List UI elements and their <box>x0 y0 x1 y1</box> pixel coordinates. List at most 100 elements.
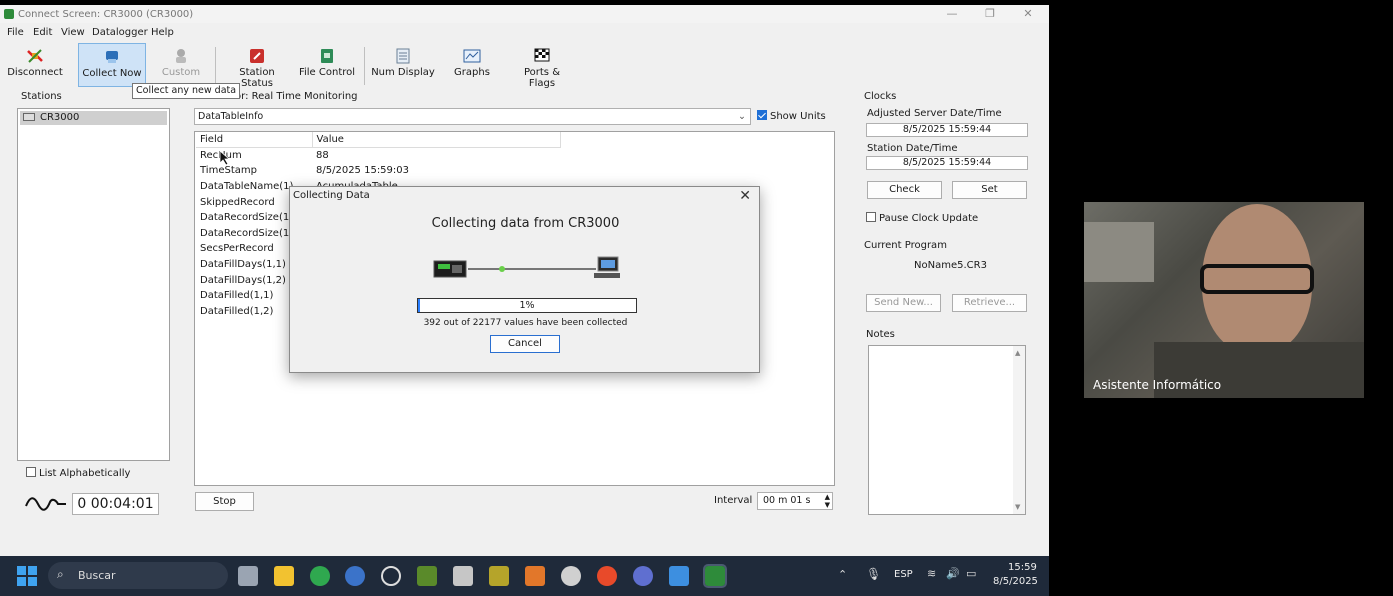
disconnect-label: Disconnect <box>7 67 63 78</box>
notes-scrollbar[interactable]: ▲ ▼ <box>1013 346 1025 514</box>
file-explorer-icon[interactable] <box>274 566 294 586</box>
file-control-label: File Control <box>298 67 356 78</box>
scroll-down-icon[interactable]: ▼ <box>1015 503 1020 511</box>
video-caption: Asistente Informático <box>1093 378 1222 392</box>
collect-now-button[interactable]: Collect Now <box>78 43 146 87</box>
notes-label: Notes <box>866 329 895 340</box>
table-row[interactable]: RecNum 88 <box>196 148 560 164</box>
checkered-flag-icon <box>534 48 550 62</box>
loggernet-icon[interactable] <box>703 564 727 588</box>
windows-start-icon[interactable] <box>17 566 37 586</box>
webcam-video: Asistente Informático <box>1084 202 1364 398</box>
menu-view[interactable]: View <box>61 27 85 38</box>
chevron-down-icon: ⌄ <box>738 111 746 122</box>
app-icon-sphere[interactable] <box>561 566 581 586</box>
pause-clock-checkbox[interactable] <box>866 212 876 222</box>
graphs-label: Graphs <box>454 67 490 78</box>
stop-button[interactable]: Stop <box>195 492 254 511</box>
app-icon-grey[interactable] <box>453 566 473 586</box>
title-bar: Connect Screen: CR3000 (CR3000) — ❐ ✕ <box>0 5 1049 23</box>
table-selector[interactable]: DataTableInfo ⌄ <box>194 108 751 125</box>
disconnect-button[interactable]: Disconnect <box>6 43 64 87</box>
ports-flags-button[interactable]: Ports & Flags <box>510 43 574 89</box>
column-header-value[interactable]: Value <box>312 132 561 149</box>
menu-help[interactable]: Help <box>151 27 174 38</box>
dialog-close-icon[interactable]: ✕ <box>739 188 751 204</box>
station-time-label: Station Date/Time <box>867 143 958 154</box>
spin-arrows-icon[interactable]: ▲ ▼ <box>825 493 830 509</box>
collect-now-label: Collect Now <box>82 68 142 79</box>
chevron-up-icon[interactable]: ⌃ <box>838 568 847 581</box>
menu-edit[interactable]: Edit <box>33 27 52 38</box>
show-units-option[interactable]: Show Units <box>757 110 826 122</box>
check-button[interactable]: Check <box>867 181 942 199</box>
network-app-icon[interactable] <box>345 566 365 586</box>
speedometer-icon[interactable] <box>381 566 401 586</box>
maximize-button[interactable]: ❐ <box>975 7 1005 21</box>
clock-date[interactable]: 8/5/2025 <box>993 576 1038 587</box>
list-item[interactable]: CR3000 <box>20 111 167 125</box>
scroll-up-icon[interactable]: ▲ <box>1015 349 1020 357</box>
file-control-button[interactable]: File Control <box>298 43 356 87</box>
app-icon-orange[interactable] <box>525 566 545 586</box>
column-header-field[interactable]: Field <box>196 132 313 149</box>
app-icon-blue[interactable] <box>633 566 653 586</box>
menu-file[interactable]: File <box>7 27 24 38</box>
pause-clock-label: Pause Clock Update <box>879 213 979 224</box>
set-button[interactable]: Set <box>952 181 1027 199</box>
search-icon: ⌕ <box>57 567 64 581</box>
app-icon <box>4 9 14 19</box>
clock-time[interactable]: 15:59 <box>1008 562 1037 573</box>
show-units-label: Show Units <box>770 111 826 122</box>
menu-datalogger[interactable]: Datalogger <box>92 27 148 38</box>
list-alpha-checkbox[interactable] <box>26 467 36 477</box>
disconnect-icon <box>27 49 43 63</box>
app-icon-red[interactable] <box>597 566 617 586</box>
list-alpha-label: List Alphabetically <box>39 468 131 479</box>
app-icon-green[interactable] <box>417 566 437 586</box>
volume-icon[interactable]: 🔊 <box>946 567 960 580</box>
microphone-icon[interactable]: 🎙 <box>866 567 881 581</box>
dialog-heading: Collecting data from CR3000 <box>431 216 620 231</box>
file-control-icon <box>321 49 333 63</box>
language-indicator[interactable]: ESP <box>894 569 913 580</box>
custom-icon <box>176 49 186 63</box>
pause-clock-option[interactable]: Pause Clock Update <box>866 212 978 224</box>
table-cell: TimeStamp <box>200 165 257 177</box>
app-icon-yellow[interactable] <box>489 566 509 586</box>
stations-label: Stations <box>21 91 62 102</box>
station-status-icon <box>250 49 264 63</box>
station-status-button[interactable]: Station Status <box>224 43 290 89</box>
wifi-icon[interactable]: ≋ <box>927 567 936 580</box>
collecting-data-dialog: Collecting Data ✕ Collecting data from C… <box>289 186 760 373</box>
progress-bar: 1% <box>417 298 637 313</box>
chrome-icon[interactable] <box>310 566 330 586</box>
stations-list: CR3000 <box>17 108 170 461</box>
menu-bar: File Edit View Datalogger Help <box>0 24 1049 41</box>
taskbar-search[interactable]: ⌕ Buscar <box>48 562 228 589</box>
server-time-field: 8/5/2025 15:59:44 <box>866 123 1028 137</box>
show-units-checkbox[interactable] <box>757 110 767 120</box>
program-name: NoName5.CR3 <box>914 260 987 271</box>
graphs-button[interactable]: Graphs <box>448 43 496 87</box>
minimize-button[interactable]: — <box>937 7 967 21</box>
collection-status: 392 out of 22177 values have been collec… <box>423 318 628 328</box>
table-row[interactable]: TimeStamp 8/5/2025 15:59:03 <box>196 163 560 179</box>
toolbar: Disconnect Collect Now Custom Station St… <box>0 41 1049 89</box>
notes-textarea[interactable]: ▲ ▼ <box>868 345 1026 515</box>
cancel-button[interactable]: Cancel <box>490 335 560 353</box>
app-icon-pen[interactable] <box>669 566 689 586</box>
glasses <box>1200 264 1314 294</box>
send-new-button[interactable]: Send New... <box>866 294 941 312</box>
station-time-field: 8/5/2025 15:59:44 <box>866 156 1028 170</box>
window-title: Connect Screen: CR3000 (CR3000) <box>18 9 194 20</box>
close-button[interactable]: ✕ <box>1013 7 1043 21</box>
interval-input[interactable]: 00 m 01 s ▲ ▼ <box>757 492 833 510</box>
battery-icon[interactable]: ▭ <box>966 567 976 580</box>
task-view-icon[interactable] <box>238 566 258 586</box>
custom-button[interactable]: Custom <box>154 43 208 87</box>
list-alpha-option[interactable]: List Alphabetically <box>26 467 130 479</box>
server-time-label: Adjusted Server Date/Time <box>867 108 1002 119</box>
retrieve-button[interactable]: Retrieve... <box>952 294 1027 312</box>
num-display-button[interactable]: Num Display <box>371 43 435 87</box>
